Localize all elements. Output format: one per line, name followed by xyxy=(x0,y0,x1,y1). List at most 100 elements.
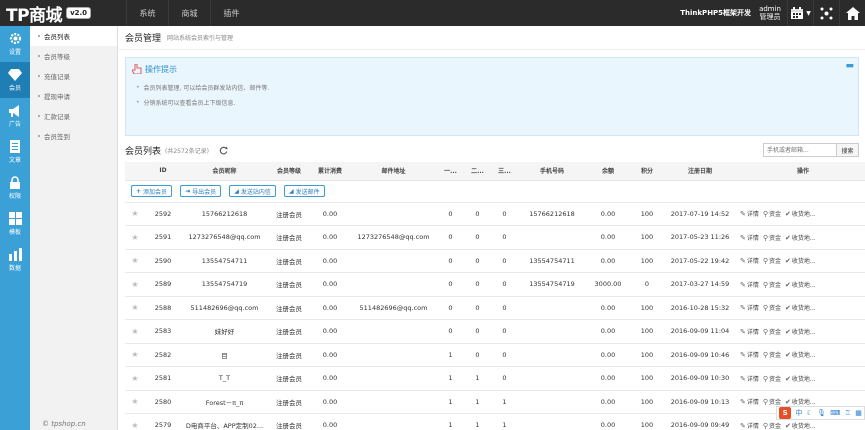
details-link[interactable]: ✎详情 xyxy=(740,375,759,383)
subnav-remittance-records[interactable]: 汇款记录 xyxy=(30,106,117,126)
edit-icon: ✎ xyxy=(740,233,746,242)
details-link[interactable]: ✎详情 xyxy=(740,351,759,360)
table-cell: 1 xyxy=(464,366,491,391)
keyboard-icon[interactable]: ⌨ xyxy=(830,409,840,417)
sidebar-item-data[interactable]: 数据 xyxy=(0,242,30,278)
nav-mall[interactable]: 商城 xyxy=(168,0,210,26)
star-cell[interactable]: ★ xyxy=(125,296,145,320)
funds-link[interactable]: ⚲资金 xyxy=(763,281,781,289)
calendar-button[interactable]: ▼ xyxy=(787,0,813,26)
star-cell[interactable]: ★ xyxy=(125,343,145,367)
subnav-withdraw-requests[interactable]: 提现申请 xyxy=(30,86,117,106)
table-cell: 0 xyxy=(491,366,518,391)
add-member-button[interactable]: + 添加会员 xyxy=(131,185,173,197)
address-link[interactable]: ✔收货地... xyxy=(785,234,816,242)
row-actions: ✎详情 ⚲资金 ✔收货地... xyxy=(736,249,865,273)
details-link[interactable]: ✎详情 xyxy=(740,281,759,289)
shirt-icon[interactable]: ♖ xyxy=(845,409,851,417)
sidebar-item-articles[interactable]: 文章 xyxy=(0,134,30,170)
edit-icon: ✎ xyxy=(740,351,746,360)
sidebar-item-permissions[interactable]: 权限 xyxy=(0,170,30,206)
moon-icon[interactable]: ☾ xyxy=(807,409,813,417)
send-message-button[interactable]: ◢ 发送站内信 xyxy=(229,185,276,197)
user-info[interactable]: admin 管理员 xyxy=(759,5,781,21)
send-email-button[interactable]: ◢ 发送邮件 xyxy=(283,185,325,197)
table-cell: 2591 xyxy=(145,225,181,250)
grid-menu-icon[interactable]: ▦ xyxy=(855,409,862,417)
op-label: 收货地... xyxy=(791,211,816,219)
nav-plugins[interactable]: 插件 xyxy=(210,0,252,26)
star-icon[interactable]: ★ xyxy=(131,256,138,265)
subnav-recharge-records[interactable]: 充值记录 xyxy=(30,66,117,86)
star-icon[interactable]: ★ xyxy=(131,421,138,430)
table-cell: D电商平台、APP定制02... xyxy=(181,413,268,430)
star-cell[interactable]: ★ xyxy=(125,390,145,414)
edit-icon: ✎ xyxy=(740,398,746,407)
subnav-member-list[interactable]: 会员列表 xyxy=(30,26,117,46)
sidebar-item-settings[interactable]: 设置 xyxy=(0,26,30,62)
table-cell: 100 xyxy=(630,366,664,391)
address-link[interactable]: ✔收货地... xyxy=(785,421,816,430)
export-members-button[interactable]: ⇥ 导出会员 xyxy=(180,185,222,197)
star-cell[interactable]: ★ xyxy=(125,413,145,430)
logo[interactable]: TP商城 v2.0 xyxy=(0,0,118,26)
details-link[interactable]: ✎详情 xyxy=(740,398,759,407)
sidebar-item-templates[interactable]: 模板 xyxy=(0,206,30,242)
star-icon[interactable]: ★ xyxy=(131,209,138,218)
op-label: 详情 xyxy=(746,211,759,219)
sidebar-item-members[interactable]: 会员 xyxy=(0,62,30,98)
subnav-member-signin[interactable]: 会员签到 xyxy=(30,126,117,146)
funds-link[interactable]: ⚲资金 xyxy=(763,210,781,218)
details-link[interactable]: ✎详情 xyxy=(740,257,759,265)
star-cell[interactable]: ★ xyxy=(125,202,145,226)
details-link[interactable]: ✎详情 xyxy=(740,304,759,312)
funds-link[interactable]: ⚲资金 xyxy=(763,375,781,383)
details-link[interactable]: ✎详情 xyxy=(740,233,759,242)
details-link[interactable]: ✎详情 xyxy=(740,328,759,336)
star-cell[interactable]: ★ xyxy=(125,366,145,391)
star-icon[interactable]: ★ xyxy=(131,303,138,312)
search-button[interactable]: 搜索 xyxy=(837,143,859,157)
star-cell[interactable]: ★ xyxy=(125,319,145,344)
star-icon[interactable]: ★ xyxy=(131,233,138,242)
subnav-member-level[interactable]: 会员等级 xyxy=(30,46,117,66)
funds-link[interactable]: ⚲资金 xyxy=(763,304,781,312)
star-cell[interactable]: ★ xyxy=(125,225,145,250)
address-link[interactable]: ✔收货地... xyxy=(785,210,816,219)
ime-logo[interactable]: S xyxy=(779,407,792,419)
address-link[interactable]: ✔收货地... xyxy=(785,375,816,383)
microphone-icon[interactable]: 🎙 xyxy=(817,409,826,417)
details-link[interactable]: ✎详情 xyxy=(740,422,759,430)
table-cell: T_T xyxy=(181,366,268,391)
apps-button[interactable] xyxy=(813,0,839,26)
search-input[interactable] xyxy=(763,143,837,157)
table-cell: 0.00 xyxy=(310,366,350,391)
address-link[interactable]: ✔收货地... xyxy=(785,304,816,312)
nav-system[interactable]: 系统 xyxy=(126,0,168,26)
star-icon[interactable]: ★ xyxy=(131,327,138,336)
address-link[interactable]: ✔收货地... xyxy=(785,281,816,289)
star-cell[interactable]: ★ xyxy=(125,249,145,273)
star-icon[interactable]: ★ xyxy=(131,280,138,289)
refresh-icon[interactable] xyxy=(219,146,228,155)
ime-language[interactable]: 中 xyxy=(795,408,802,418)
collapse-icon[interactable]: ▬ xyxy=(845,61,854,71)
sidebar-item-ads[interactable]: 广告 xyxy=(0,98,30,134)
funds-link[interactable]: ⚲资金 xyxy=(763,257,781,265)
address-link[interactable]: ✔收货地... xyxy=(785,257,816,265)
table-cell xyxy=(350,272,437,297)
wrench-icon: ✔ xyxy=(785,421,791,430)
table-cell: 2590 xyxy=(145,249,181,273)
details-link[interactable]: ✎详情 xyxy=(740,210,759,219)
star-icon[interactable]: ★ xyxy=(131,397,138,406)
funds-link[interactable]: ⚲资金 xyxy=(763,234,781,242)
address-link[interactable]: ✔收货地... xyxy=(785,351,816,359)
funds-link[interactable]: ⚲资金 xyxy=(763,328,781,336)
address-link[interactable]: ✔收货地... xyxy=(785,328,816,336)
funds-link[interactable]: ⚲资金 xyxy=(763,351,781,359)
star-icon[interactable]: ★ xyxy=(131,374,138,383)
funds-link[interactable]: ⚲资金 xyxy=(763,422,781,430)
star-icon[interactable]: ★ xyxy=(131,350,138,359)
star-cell[interactable]: ★ xyxy=(125,272,145,297)
home-button[interactable] xyxy=(839,0,865,26)
